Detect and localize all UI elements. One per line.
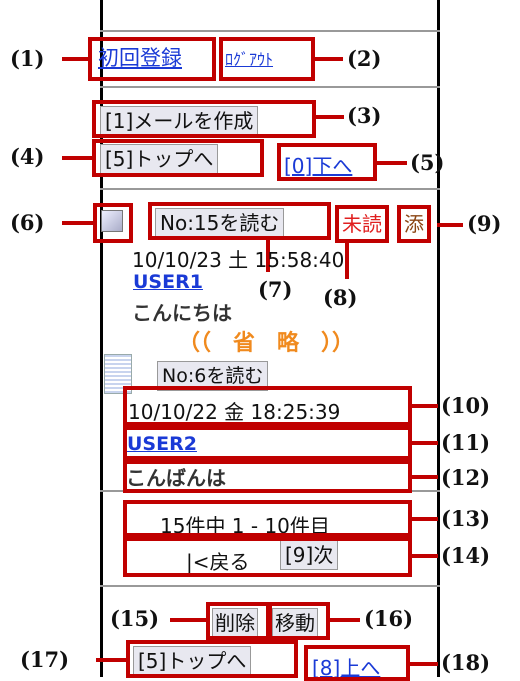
callout-box <box>93 203 133 243</box>
callout-number: (13) <box>441 506 491 531</box>
mail-date: 10/10/23 土 15:58:40 <box>132 248 345 272</box>
sender-link[interactable]: USER1 <box>133 271 203 293</box>
callout-number: (2) <box>347 46 382 71</box>
callout-line <box>412 554 438 558</box>
callout-box <box>206 602 270 640</box>
callout-box <box>304 645 410 681</box>
callout-line <box>437 223 463 227</box>
callout-number: (10) <box>441 393 491 418</box>
callout-number: (14) <box>441 543 491 568</box>
callout-box <box>277 143 377 181</box>
callout-box <box>126 640 298 678</box>
callout-number: (11) <box>441 430 491 455</box>
callout-box <box>123 386 412 426</box>
callout-line <box>412 517 438 521</box>
callout-number: (8) <box>323 285 358 310</box>
unread-badge: 未読 <box>335 205 389 243</box>
callout-line <box>377 161 407 165</box>
callout-number: (4) <box>10 144 45 169</box>
callout-line <box>410 662 438 666</box>
callout-box <box>123 537 412 577</box>
callout-number: (16) <box>364 606 414 631</box>
callout-line <box>330 618 360 622</box>
divider <box>100 86 440 88</box>
callout-box <box>148 202 331 240</box>
callout-line <box>96 658 126 662</box>
callout-line <box>412 441 438 445</box>
callout-line <box>62 221 93 225</box>
callout-number: (7) <box>258 277 293 302</box>
attachment-badge: 添 <box>397 205 431 243</box>
callout-line <box>412 475 438 479</box>
callout-number: (15) <box>110 606 160 631</box>
callout-number: (9) <box>467 211 502 236</box>
callout-box <box>88 37 216 81</box>
callout-line <box>345 243 349 279</box>
callout-line <box>170 618 206 622</box>
mail-subject: こんにちは <box>132 301 232 325</box>
omission-label: （（ 省 略 ）） <box>178 331 355 356</box>
callout-line <box>316 115 344 119</box>
divider <box>100 585 440 587</box>
callout-number: (12) <box>441 465 491 490</box>
divider <box>100 188 440 190</box>
callout-number: (6) <box>10 210 45 235</box>
callout-line <box>62 156 92 160</box>
callout-number: (17) <box>20 647 70 672</box>
callout-box <box>123 500 412 537</box>
callout-box <box>123 460 412 493</box>
callout-box <box>268 602 330 640</box>
callout-line <box>412 404 438 408</box>
callout-number: (1) <box>10 46 45 71</box>
callout-box <box>92 100 316 138</box>
callout-box <box>92 139 264 177</box>
callout-number: (3) <box>347 103 382 128</box>
callout-line <box>62 57 88 61</box>
callout-line <box>315 57 343 61</box>
callout-box <box>123 426 412 460</box>
callout-number: (18) <box>441 650 491 675</box>
callout-box <box>219 37 315 81</box>
divider <box>100 30 440 32</box>
callout-number: (5) <box>410 150 445 175</box>
